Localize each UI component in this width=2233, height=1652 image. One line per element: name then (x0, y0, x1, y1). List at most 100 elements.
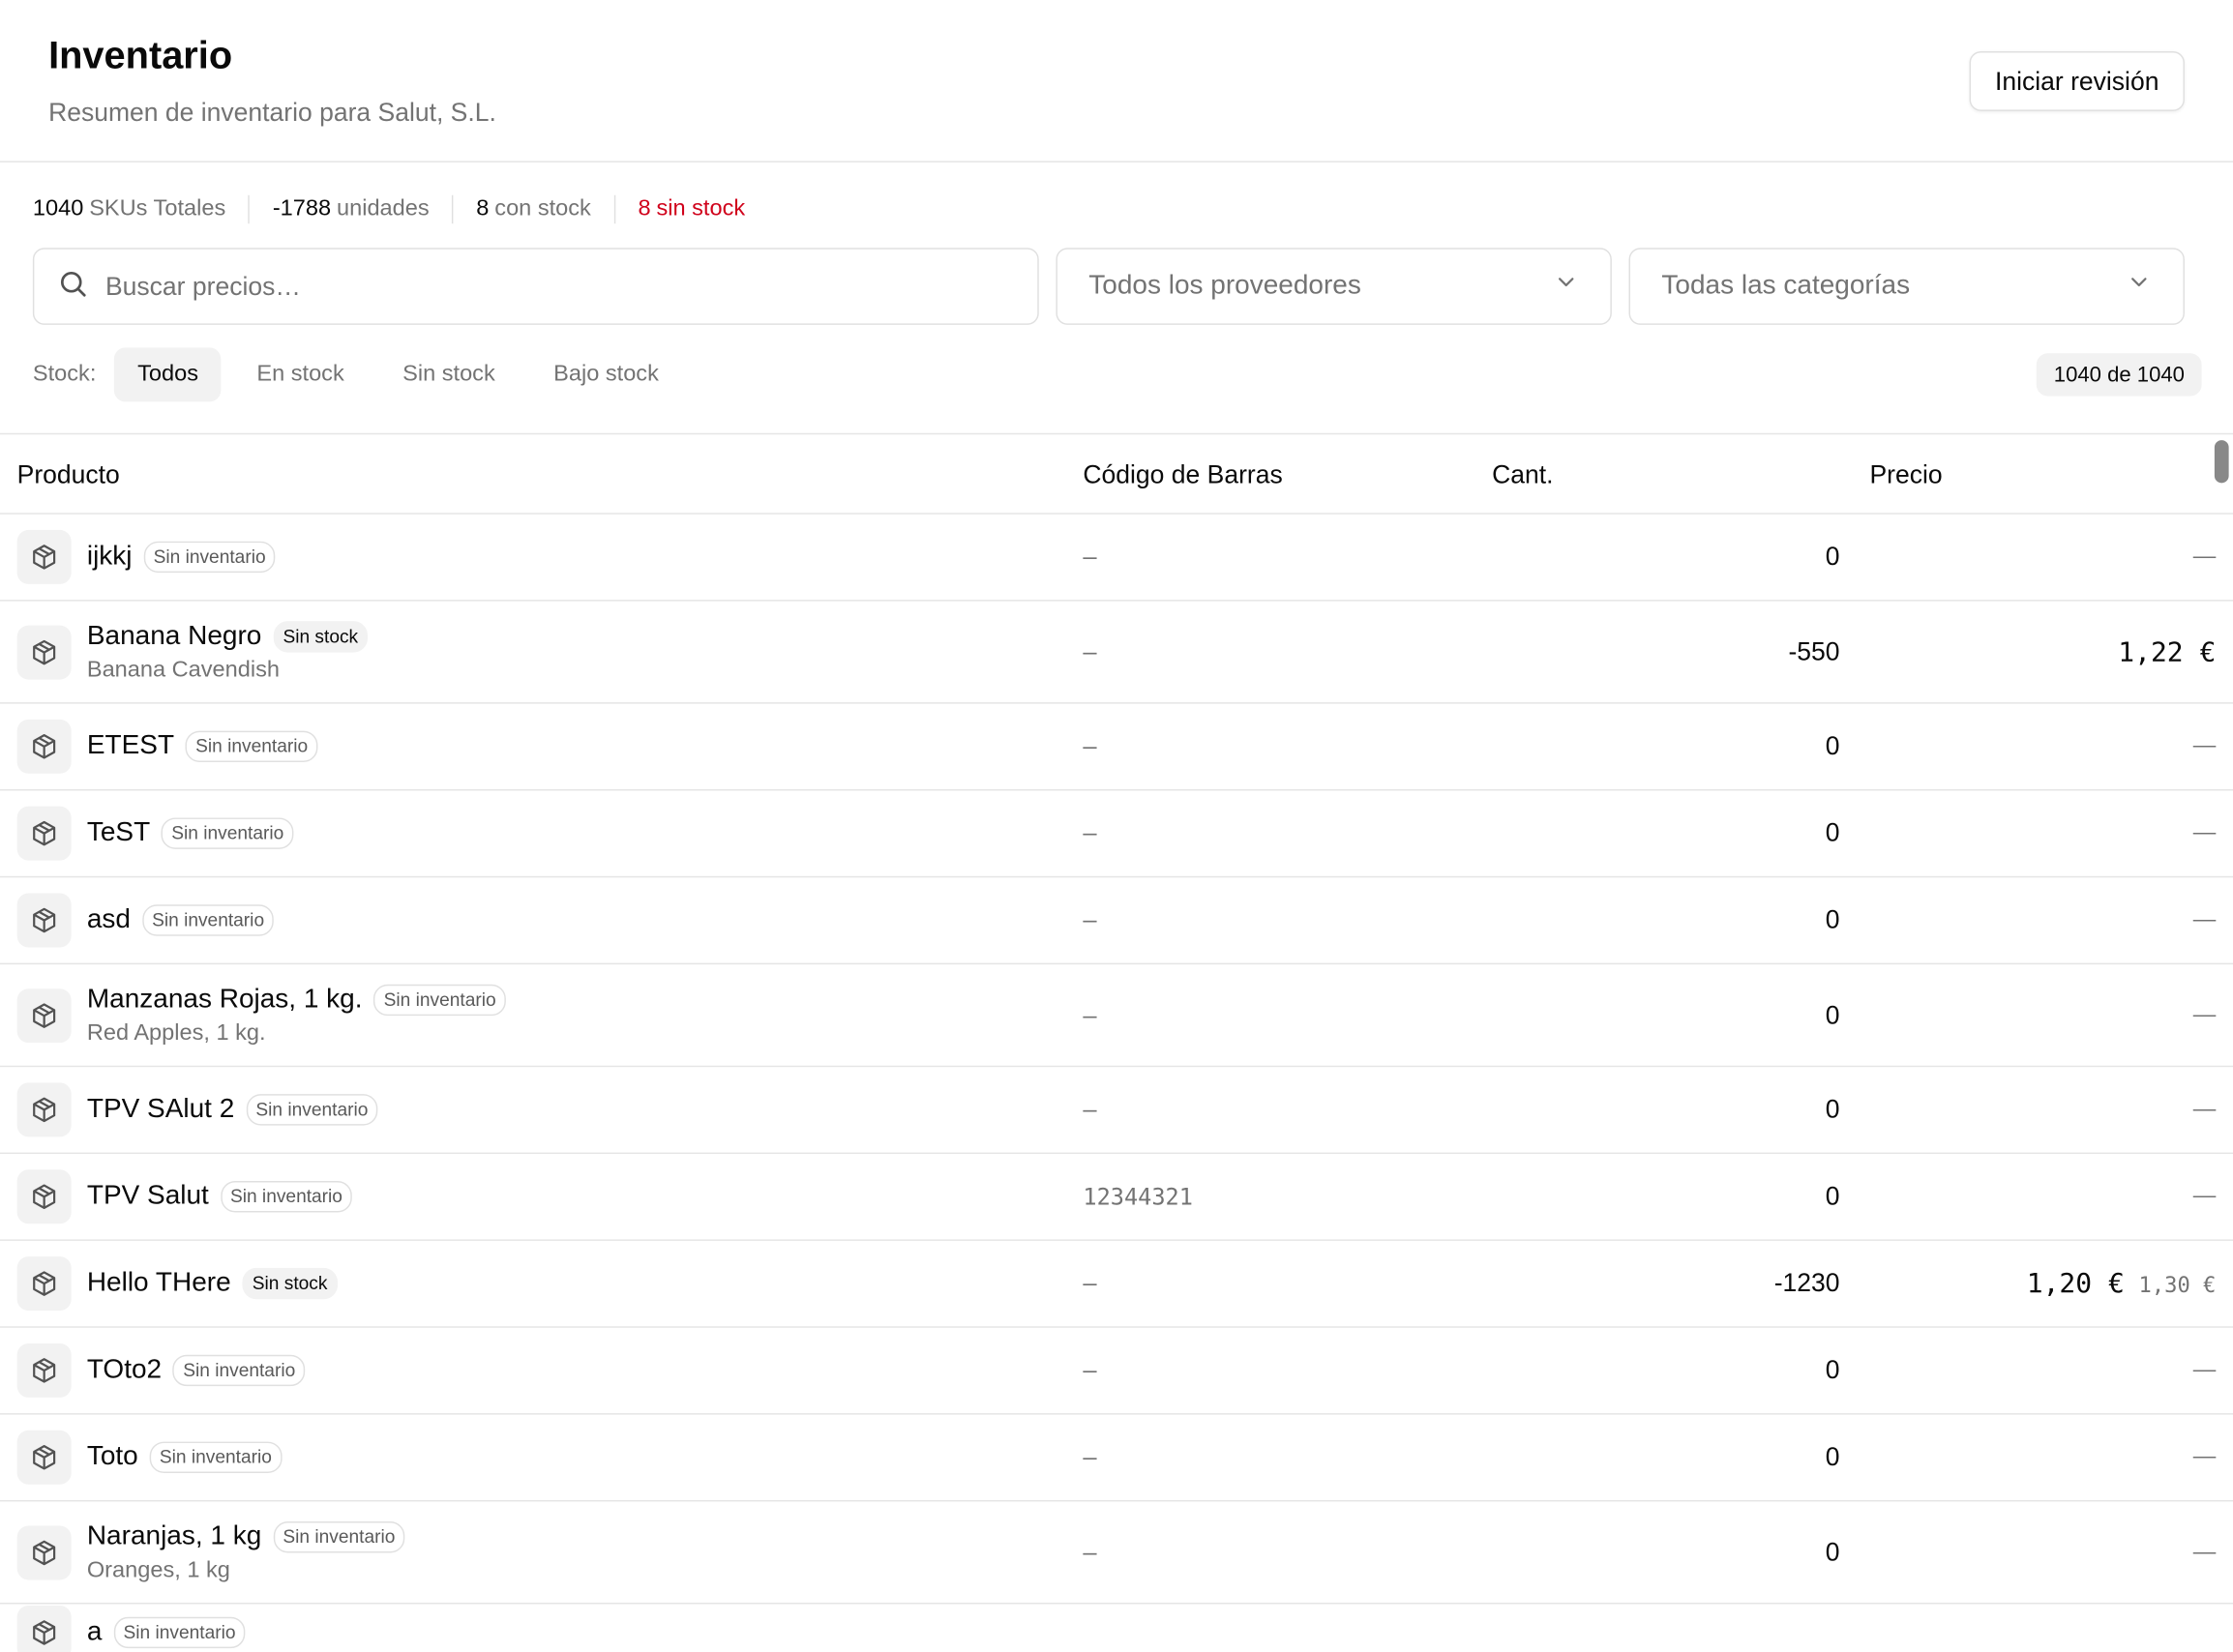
price-cell: — (2193, 1445, 2217, 1471)
package-icon (16, 806, 72, 861)
status-badge: Sin inventario (143, 541, 276, 574)
product-subtitle: Banana Cavendish (86, 657, 281, 682)
status-badge: Sin inventario (172, 1354, 306, 1387)
product-info: TeST Sin inventario (87, 817, 294, 849)
status-badge: Sin inventario (161, 817, 294, 849)
product-name: asd (86, 904, 131, 935)
barcode-cell: – (1083, 543, 1097, 571)
product-name: Manzanas Rojas, 1 kg. (86, 984, 363, 1014)
table-row[interactable]: Hello THere Sin stock – -1230 1,20 € 1,30 € (0, 1241, 2233, 1328)
table-row[interactable]: Toto Sin inventario – 0 — (0, 1415, 2233, 1502)
product-info: Naranjas, 1 kg Sin inventario Oranges, 1 k… (87, 1520, 405, 1583)
table-row[interactable]: a Sin inventario (0, 1604, 2233, 1652)
product-name: TOto2 (86, 1354, 163, 1385)
product-name: Naranjas, 1 kg (86, 1520, 262, 1551)
table-row[interactable]: TPV SAlut 2 Sin inventario – 0 — (0, 1067, 2233, 1155)
barcode-cell: 12344321 (1083, 1183, 1193, 1211)
table-header: Producto Código de Barras Cant. Precio (0, 434, 2233, 515)
table-row[interactable]: TeST Sin inventario – 0 — (0, 790, 2233, 878)
result-count-badge: 1040 de 1040 (2037, 353, 2202, 397)
table-row[interactable]: asd Sin inventario – 0 — (0, 877, 2233, 965)
status-badge: Sin inventario (220, 1181, 353, 1213)
stat-units: -1788 unidades (273, 196, 430, 222)
supplier-select[interactable]: Todos los proveedores (1056, 248, 1612, 325)
stat-value: 8 (638, 196, 651, 221)
stock-tab-out-of-stock[interactable]: Sin stock (380, 347, 519, 401)
quantity-cell: -1230 (1773, 1268, 1840, 1298)
column-header-quantity[interactable]: Cant. (1492, 434, 1553, 514)
price-cell: — (2193, 1539, 2217, 1565)
chevron-down-icon (2127, 269, 2153, 303)
product-name: Hello THere (86, 1267, 231, 1298)
category-select[interactable]: Todas las categorías (1628, 248, 2185, 325)
barcode-cell: – (1083, 1443, 1097, 1471)
price-cell: — (2193, 1184, 2217, 1210)
search-box[interactable] (32, 248, 1039, 325)
product-name-line: Hello THere Sin stock (86, 1267, 338, 1300)
table-row[interactable]: Naranjas, 1 kg Sin inventario Oranges, 1 k… (0, 1501, 2233, 1605)
status-badge: Sin inventario (373, 984, 506, 1016)
search-input[interactable] (104, 271, 961, 302)
package-icon (16, 1605, 72, 1652)
stock-tab-in-stock[interactable]: En stock (234, 347, 368, 401)
product-info: TPV Salut Sin inventario (87, 1181, 353, 1213)
product-name-line: TOto2 Sin inventario (86, 1354, 306, 1387)
stock-filter-label: Stock: (32, 362, 97, 387)
price-cell: — (2193, 820, 2217, 846)
price-value: — (2192, 1357, 2217, 1382)
package-icon (16, 1524, 72, 1579)
divider (613, 194, 615, 224)
barcode-cell: – (1083, 1096, 1097, 1124)
product-name-line: ijkkj Sin inventario (87, 541, 276, 574)
column-header-barcode[interactable]: Código de Barras (1083, 434, 1282, 514)
column-header-price[interactable]: Precio (1869, 434, 1942, 514)
barcode-cell: – (1083, 732, 1097, 760)
package-icon (16, 1342, 72, 1398)
stock-tab-low-stock[interactable]: Bajo stock (531, 347, 682, 401)
column-header-product[interactable]: Producto (17, 434, 120, 514)
supplier-select-value: Todos los proveedores (1088, 270, 1361, 301)
barcode-cell: – (1083, 1356, 1097, 1384)
package-icon (16, 1169, 72, 1224)
price-cell: — (2193, 907, 2217, 933)
stat-total-skus: 1040 SKUs Totales (33, 196, 225, 222)
package-icon (16, 529, 72, 584)
chevron-down-icon (1553, 269, 1579, 303)
product-name: TPV SAlut 2 (86, 1094, 235, 1125)
price-value: — (2192, 1097, 2217, 1122)
price-cell: — (2193, 734, 2217, 760)
product-name-line: TPV Salut Sin inventario (87, 1181, 353, 1213)
stat-label: unidades (336, 196, 430, 221)
product-info: Hello THere Sin stock (86, 1267, 338, 1300)
package-icon (16, 893, 72, 948)
status-badge: Sin inventario (273, 1520, 405, 1552)
start-review-button[interactable]: Iniciar revisión (1969, 51, 2185, 111)
table-row[interactable]: Manzanas Rojas, 1 kg. Sin inventario Red A… (0, 964, 2233, 1068)
stat-value: 1040 (32, 196, 84, 221)
barcode-cell: – (1083, 1001, 1097, 1029)
price-cell: — (2193, 1002, 2217, 1028)
product-info: Toto Sin inventario (87, 1441, 283, 1473)
stock-tab-all[interactable]: Todos (114, 347, 222, 402)
price-value: — (2192, 1539, 2217, 1564)
table-row[interactable]: TOto2 Sin inventario – 0 — (0, 1328, 2233, 1415)
scrollbar-thumb[interactable] (2214, 440, 2229, 484)
product-name-line: asd Sin inventario (86, 904, 275, 936)
product-name-line: Manzanas Rojas, 1 kg. Sin inventario (86, 984, 506, 1016)
price-value: — (2192, 820, 2217, 845)
price-cell: 1,22 € (2118, 636, 2216, 667)
table-row[interactable]: Banana Negro Sin stock Banana Cavendish – -5… (0, 602, 2233, 704)
product-info: Manzanas Rojas, 1 kg. Sin inventario Red A… (87, 984, 506, 1047)
table-row[interactable]: TPV Salut Sin inventario 12344321 0 — (0, 1154, 2233, 1241)
inventory-table: Producto Código de Barras Cant. Precio i… (0, 432, 2233, 1652)
barcode-cell: – (1083, 906, 1097, 934)
product-info: asd Sin inventario (86, 904, 275, 936)
product-info: a Sin inventario (87, 1616, 246, 1649)
stat-out-of-stock: 8 sin stock (638, 196, 745, 222)
table-row[interactable]: ijkkj Sin inventario – 0 — (0, 515, 2233, 602)
quantity-cell: -550 (1788, 636, 1840, 665)
table-row[interactable]: ETEST Sin inventario – 0 — (0, 704, 2233, 791)
quantity-cell: 0 (1825, 1442, 1840, 1471)
divider (248, 194, 251, 224)
product-subtitle: Red Apples, 1 kg. (86, 1020, 266, 1046)
